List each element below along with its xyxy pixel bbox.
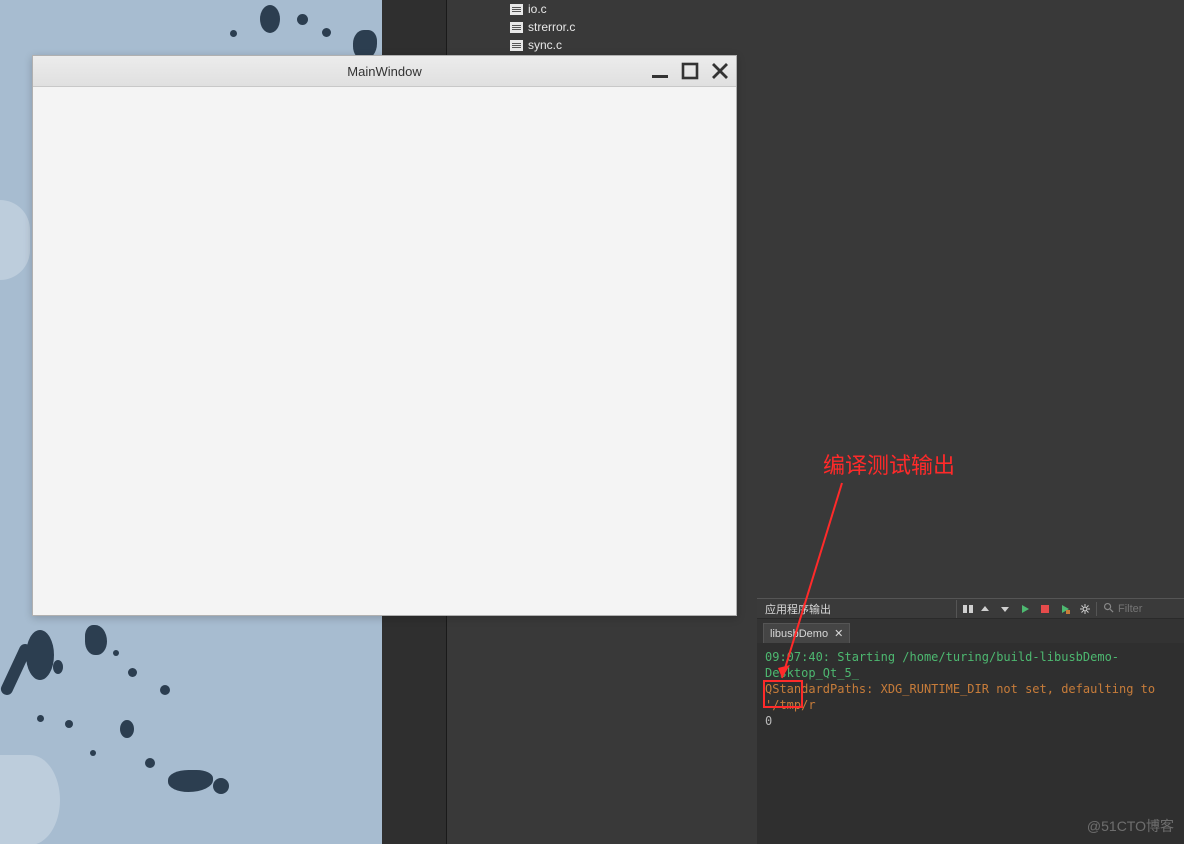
output-line: 0 [765, 713, 1176, 729]
output-line: 09:07:40: Starting /home/turing/build-li… [765, 649, 1176, 681]
output-toolbar: 应用程序输出 [757, 598, 1184, 619]
output-tabs: libusbDemo ✕ [757, 619, 1184, 643]
file-item[interactable]: strerror.c [490, 18, 770, 36]
search-icon [1103, 602, 1114, 616]
split-icon[interactable] [956, 600, 974, 618]
output-body[interactable]: 09:07:40: Starting /home/turing/build-li… [757, 643, 1184, 735]
file-item[interactable]: io.c [490, 0, 770, 18]
file-item[interactable]: sync.c [490, 36, 770, 54]
output-tab-label: libusbDemo [770, 628, 828, 640]
up-icon[interactable] [976, 600, 994, 618]
window-title: MainWindow [347, 64, 421, 79]
down-icon[interactable] [996, 600, 1014, 618]
filter-input[interactable] [1118, 603, 1178, 615]
filter-box [1096, 602, 1184, 616]
file-icon [510, 40, 523, 51]
file-icon [510, 22, 523, 33]
close-button[interactable] [710, 61, 730, 81]
file-icon [510, 4, 523, 15]
maximize-button[interactable] [680, 61, 700, 81]
attach-icon[interactable] [1056, 600, 1074, 618]
stop-icon[interactable] [1036, 600, 1054, 618]
output-line: QStandardPaths: XDG_RUNTIME_DIR not set,… [765, 681, 1176, 713]
close-icon[interactable]: ✕ [834, 627, 843, 640]
file-name: strerror.c [528, 20, 575, 34]
run-icon[interactable] [1016, 600, 1034, 618]
output-panel: 应用程序输出 libusbDemo [757, 598, 1184, 844]
window-body [33, 87, 736, 615]
file-name: io.c [528, 2, 547, 16]
annotation-rect [763, 680, 803, 708]
main-window: MainWindow [32, 55, 737, 616]
titlebar[interactable]: MainWindow [33, 56, 736, 87]
settings-icon[interactable] [1076, 600, 1094, 618]
output-panel-title: 应用程序输出 [757, 601, 839, 617]
annotation-label: 编译测试输出 [823, 448, 955, 480]
watermark: @51CTO博客 [1087, 816, 1174, 836]
minimize-button[interactable] [650, 61, 670, 81]
file-name: sync.c [528, 38, 562, 52]
output-tab[interactable]: libusbDemo ✕ [763, 623, 850, 643]
